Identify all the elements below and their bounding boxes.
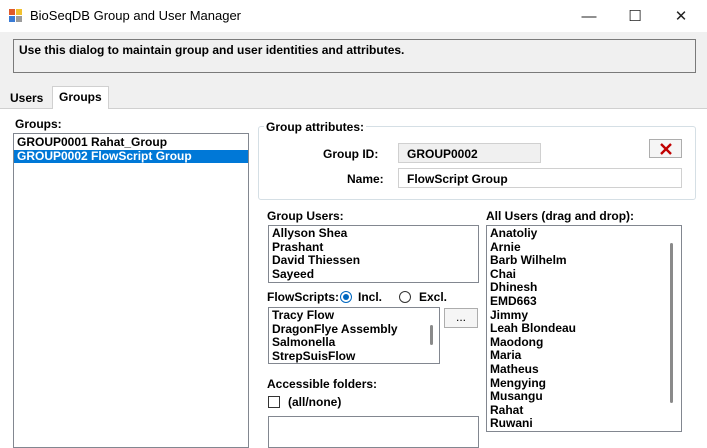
incl-label: Incl. [358,290,383,304]
excl-label: Excl. [419,290,448,304]
incl-radio[interactable] [340,290,352,308]
browse-flowscripts-button[interactable]: ... [444,308,478,328]
list-item[interactable]: Matheus [487,362,681,377]
list-item[interactable]: Leah Blondeau [487,322,681,336]
all-none-checkbox[interactable] [268,395,280,413]
close-button[interactable]: ✕ [658,0,704,32]
all-users-list[interactable]: Anatoliy Arnie Barb Wilhelm Chai Dhinesh… [486,225,682,432]
list-item[interactable]: David Thiessen [269,254,478,268]
window-title: BioSeqDB Group and User Manager [30,8,242,23]
flowscripts-list[interactable]: Tracy Flow DragonFlye Assembly Salmonell… [268,307,440,364]
maximize-icon: ☐ [628,8,642,25]
app-icon [9,9,23,23]
maximize-button[interactable]: ☐ [612,0,658,32]
flowscripts-scrollbar[interactable] [430,325,433,345]
list-item[interactable]: Chai [487,267,681,282]
list-item[interactable]: Salmonella [269,336,439,350]
list-item[interactable]: Prashant [269,240,478,255]
excl-radio[interactable] [399,290,411,308]
list-item[interactable]: StrepSuisFlow [269,349,439,363]
list-item[interactable]: GROUP0002 FlowScript Group [14,149,248,164]
list-item[interactable]: Ruwani [487,417,681,431]
groups-list[interactable]: GROUP0001 Rahat_Group GROUP0002 FlowScri… [13,133,249,448]
list-item[interactable]: DragonFlye Assembly [269,322,439,337]
list-item[interactable]: Barb Wilhelm [487,254,681,268]
list-item[interactable]: Maodong [487,335,681,350]
list-item[interactable]: Dhinesh [487,281,681,295]
delete-group-button[interactable] [649,139,682,158]
minimize-icon: — [581,7,597,25]
group-users-label: Group Users: [267,209,344,223]
group-attributes-label: Group attributes: [264,120,366,134]
info-text: Use this dialog to maintain group and us… [19,43,405,57]
list-item[interactable]: Musangu [487,390,681,404]
close-icon: ✕ [674,8,688,25]
list-item[interactable]: Anatoliy [487,226,681,241]
list-item[interactable]: Maria [487,349,681,363]
list-item[interactable]: EMD663 [487,294,681,309]
all-users-scrollbar[interactable] [670,243,673,403]
checkbox-icon [268,396,280,408]
flowscripts-label: FlowScripts: [267,290,340,304]
list-item[interactable]: Tracy Flow [269,308,439,323]
list-item[interactable]: Sayeed [269,267,478,282]
name-input[interactable]: FlowScript Group [398,168,682,188]
list-item[interactable]: Jimmy [487,308,681,323]
list-item[interactable]: Arnie [487,240,681,255]
list-item[interactable]: Allyson Shea [269,226,478,241]
list-item[interactable]: Rahat [487,403,681,418]
tab-users[interactable]: Users [4,88,49,108]
folders-tree[interactable] [268,416,479,448]
all-users-label: All Users (drag and drop): [486,209,635,223]
list-item[interactable]: Mengying [487,376,681,391]
group-users-list[interactable]: Allyson Shea Prashant David Thiessen Say… [268,225,479,283]
all-none-label: (all/none) [288,395,342,409]
tab-groups[interactable]: Groups [52,86,109,109]
minimize-button[interactable]: — [566,0,612,32]
group-id-field: GROUP0002 [398,143,541,163]
radio-icon [399,291,411,303]
list-item[interactable]: GROUP0001 Rahat_Group [14,135,248,150]
group-id-label: Group ID: [323,147,379,161]
red-x-icon [659,142,672,155]
name-label: Name: [347,172,384,186]
accessible-folders-label: Accessible folders: [267,377,378,391]
groups-label: Groups: [15,117,62,131]
group-attributes-box [258,126,696,200]
radio-icon [340,291,352,303]
